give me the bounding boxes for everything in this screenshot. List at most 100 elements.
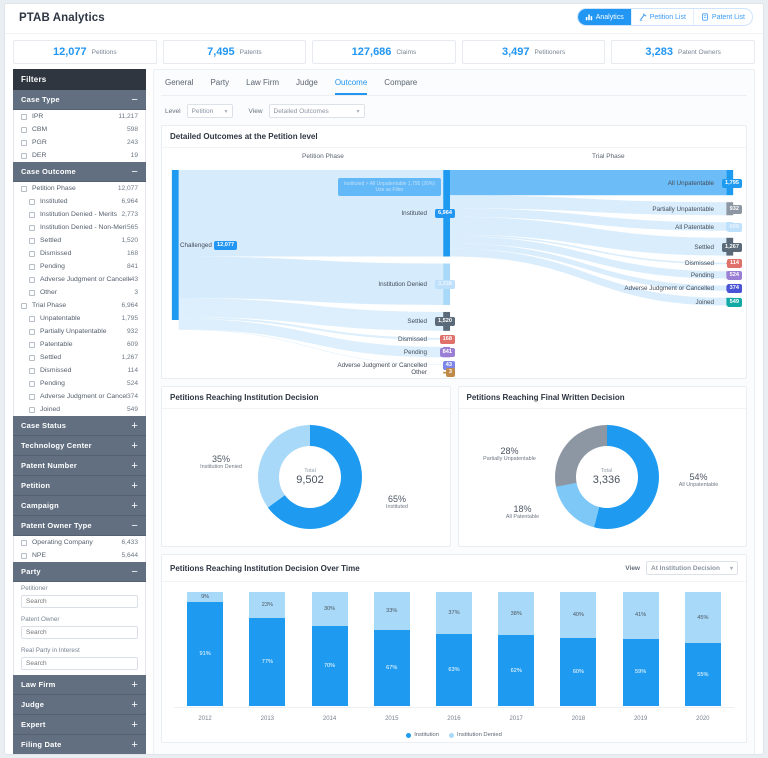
sidebar-section-case-status[interactable]: Case Status + (13, 416, 146, 436)
checkbox[interactable] (29, 393, 35, 400)
filter-row-case-outcome[interactable]: Institution Denied - Merits 2,773 (14, 208, 145, 221)
party-search-input[interactable] (21, 626, 138, 639)
bar-segment-institution[interactable]: 70% (311, 626, 348, 706)
kpi-patent-owners[interactable]: 3,283 Patent Owners (611, 40, 755, 64)
bar-column[interactable]: 33% 67% (361, 592, 423, 706)
sidebar-section-campaign[interactable]: Campaign + (13, 496, 146, 516)
sidebar-section-technology-center[interactable]: Technology Center + (13, 436, 146, 456)
checkbox[interactable] (29, 224, 35, 231)
mode-analytics-button[interactable]: Analytics (577, 9, 632, 25)
filter-row-case-type[interactable]: PGR 243 (14, 136, 145, 149)
checkbox[interactable] (29, 328, 35, 335)
party-search-input[interactable] (21, 595, 138, 608)
bar-segment-denied[interactable]: 33% (373, 592, 410, 630)
checkbox[interactable] (29, 289, 35, 296)
filter-row-case-outcome[interactable]: Patentable 609 (14, 338, 145, 351)
filter-row-case-outcome[interactable]: Institution Denied - Non-Merits 565 (14, 221, 145, 234)
filter-row-case-outcome[interactable]: Unpatentable 1,795 (14, 312, 145, 325)
filter-row-case-outcome[interactable]: Petition Phase 12,077 (14, 182, 145, 195)
party-search-input[interactable] (21, 657, 138, 670)
kpi-petitions[interactable]: 12,077 Petitions (13, 40, 157, 64)
checkbox[interactable] (21, 126, 27, 133)
bar-segment-institution[interactable]: 77% (249, 618, 286, 706)
filter-row-case-outcome[interactable]: Pending 841 (14, 260, 145, 273)
filter-row-case-outcome[interactable]: Instituted 6,964 (14, 195, 145, 208)
bar-column[interactable]: 30% 70% (298, 592, 360, 706)
filter-row-owner-type[interactable]: Operating Company 6,433 (14, 536, 145, 549)
sidebar-section-patent-number[interactable]: Patent Number + (13, 456, 146, 476)
bar-segment-denied[interactable]: 37% (435, 592, 472, 635)
sidebar-section-case-outcome[interactable]: Case Outcome − (13, 162, 146, 182)
checkbox[interactable] (29, 315, 35, 322)
checkbox[interactable] (21, 152, 27, 159)
bar-segment-denied[interactable]: 9% (187, 592, 224, 603)
checkbox[interactable] (29, 341, 35, 348)
bar-segment-denied[interactable]: 38% (498, 592, 535, 636)
filter-row-case-outcome[interactable]: Partially Unpatentable 932 (14, 325, 145, 338)
legend-item[interactable]: Institution Denied (449, 732, 502, 738)
filter-row-owner-type[interactable]: NPE 5,644 (14, 549, 145, 562)
tab-party[interactable]: Party (210, 78, 229, 95)
tab-outcome[interactable]: Outcome (334, 78, 368, 95)
checkbox[interactable] (29, 211, 35, 218)
checkbox[interactable] (21, 539, 27, 546)
tab-law-firm[interactable]: Law Firm (246, 78, 279, 95)
donut1-ring[interactable]: Total 9,502 (258, 425, 362, 529)
bar-segment-denied[interactable]: 40% (560, 592, 597, 638)
checkbox[interactable] (21, 552, 27, 559)
sidebar-section-expert[interactable]: Expert + (13, 715, 146, 735)
filter-row-case-type[interactable]: CBM 598 (14, 123, 145, 136)
checkbox[interactable] (21, 139, 27, 146)
checkbox[interactable] (21, 302, 27, 309)
bar-column[interactable]: 45% 55% (672, 592, 734, 706)
kpi-claims[interactable]: 127,686 Claims (312, 40, 456, 64)
legend-item[interactable]: Institution (406, 732, 439, 738)
checkbox[interactable] (29, 406, 35, 413)
filter-row-case-type[interactable]: DER 19 (14, 149, 145, 162)
filter-row-case-outcome[interactable]: Dismissed 114 (14, 364, 145, 377)
sidebar-section-filing-date[interactable]: Filing Date + (13, 735, 146, 754)
checkbox[interactable] (29, 198, 35, 205)
bar-segment-institution[interactable]: 91% (187, 602, 224, 706)
tab-general[interactable]: General (165, 78, 193, 95)
mode-patent-list-button[interactable]: Patent List (694, 9, 752, 25)
bar-column[interactable]: 9% 91% (174, 592, 236, 706)
over-time-view-select[interactable]: At Institution Decision ▾ (646, 561, 738, 575)
bar-segment-institution[interactable]: 63% (435, 634, 472, 706)
sidebar-section-party[interactable]: Party − (13, 562, 146, 582)
filter-row-case-outcome[interactable]: Trial Phase 6,964 (14, 299, 145, 312)
filter-row-case-outcome[interactable]: Other 3 (14, 286, 145, 299)
sidebar-section-case-type[interactable]: Case Type − (13, 90, 146, 110)
bar-column[interactable]: 38% 62% (485, 592, 547, 706)
bar-segment-denied[interactable]: 30% (311, 592, 348, 627)
checkbox[interactable] (29, 237, 35, 244)
checkbox[interactable] (21, 185, 27, 192)
tab-judge[interactable]: Judge (296, 78, 318, 95)
bar-segment-institution[interactable]: 59% (622, 638, 659, 706)
bar-column[interactable]: 23% 77% (236, 592, 298, 706)
checkbox[interactable] (29, 250, 35, 257)
checkbox[interactable] (29, 380, 35, 387)
filter-row-case-outcome[interactable]: Adverse Judgment or Cancelled 43 (14, 273, 145, 286)
filter-row-case-outcome[interactable]: Dismissed 168 (14, 247, 145, 260)
tab-compare[interactable]: Compare (384, 78, 417, 95)
filter-row-case-type[interactable]: IPR 11,217 (14, 110, 145, 123)
view-select[interactable]: Detailed Outcomes ▾ (268, 104, 365, 118)
checkbox[interactable] (29, 263, 35, 270)
checkbox[interactable] (29, 367, 35, 374)
bar-segment-denied[interactable]: 23% (249, 592, 286, 619)
bar-segment-institution[interactable]: 55% (684, 643, 721, 706)
bar-column[interactable]: 37% 63% (423, 592, 485, 706)
bar-segment-denied[interactable]: 41% (622, 592, 659, 639)
filter-row-case-outcome[interactable]: Adverse Judgment or Cancelled374 (14, 390, 145, 403)
kpi-patents[interactable]: 7,495 Patents (162, 40, 307, 64)
checkbox[interactable] (29, 276, 35, 283)
filter-row-case-outcome[interactable]: Joined 549 (14, 403, 145, 416)
kpi-petitioners[interactable]: 3,497 Petitioners (461, 40, 606, 64)
bar-column[interactable]: 41% 59% (610, 592, 672, 706)
sidebar-section-petition[interactable]: Petition + (13, 476, 146, 496)
sidebar-section-judge[interactable]: Judge + (13, 695, 146, 715)
bar-segment-institution[interactable]: 60% (560, 637, 597, 706)
level-select[interactable]: Petition ▾ (186, 104, 233, 118)
bar-segment-institution[interactable]: 62% (498, 635, 535, 706)
